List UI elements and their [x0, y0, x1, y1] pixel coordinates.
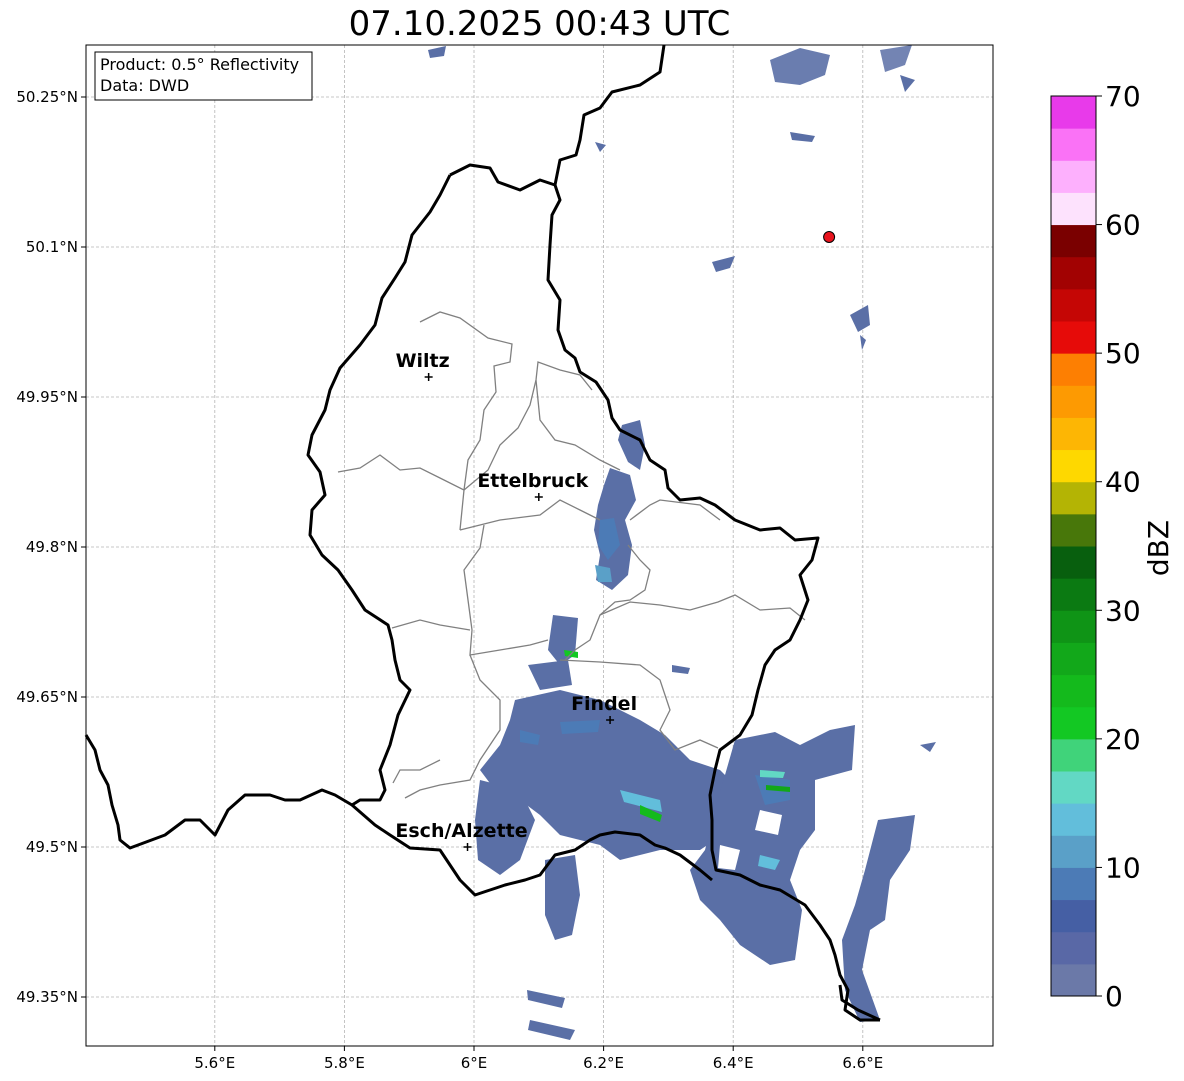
colorbar-segment: [1051, 160, 1096, 193]
lon-tick-label: 6.4°E: [713, 1054, 754, 1072]
colorbar-tick-label: 0: [1105, 980, 1123, 1013]
map-panel: [86, 45, 993, 1046]
lon-tick-label: 6.2°E: [583, 1054, 624, 1072]
colorbar-tick-label: 70: [1105, 80, 1141, 113]
lat-tick-label: 49.95°N: [16, 388, 78, 406]
colorbar-segment: [1051, 449, 1096, 483]
lat-tick-label: 49.5°N: [26, 838, 78, 856]
colorbar-segment: [1051, 353, 1096, 386]
lat-tick-label: 50.1°N: [26, 238, 78, 256]
info-product: Product: 0.5° Reflectivity: [100, 55, 299, 74]
colorbar-tick-label: 20: [1105, 723, 1141, 756]
lon-tick-label: 6°E: [461, 1054, 488, 1072]
colorbar-segment: [1051, 128, 1096, 161]
colorbar-segment: [1051, 321, 1096, 354]
radar-figure: Product: 0.5° Reflectivity Data: DWD Wil…: [16, 44, 1175, 1072]
colorbar-segment: [1051, 642, 1096, 676]
colorbar-segment: [1051, 481, 1096, 515]
lon-tick-label: 5.6°E: [194, 1054, 235, 1072]
colorbar-segment: [1051, 803, 1096, 836]
colorbar-segment: [1051, 674, 1096, 708]
city-label: Esch/Alzette: [395, 820, 527, 842]
colorbar-segment: [1051, 417, 1096, 451]
colorbar-segment: [1051, 738, 1096, 772]
colorbar-segment: [1051, 610, 1096, 643]
colorbar-segment: [1051, 192, 1096, 226]
colorbar-segment: [1051, 899, 1096, 933]
lat-tick-label: 50.25°N: [16, 88, 78, 106]
city-label: Ettelbruck: [477, 470, 588, 492]
colorbar-label: dBZ: [1142, 520, 1175, 576]
info-data-source: Data: DWD: [100, 76, 189, 95]
colorbar-tick-label: 30: [1105, 594, 1141, 627]
radar-location-dot: [823, 231, 836, 243]
colorbar-segment: [1051, 931, 1096, 965]
lat-tick-label: 49.65°N: [16, 688, 78, 706]
lon-tick-label: 6.6°E: [842, 1054, 883, 1072]
colorbar-segment: [1051, 385, 1096, 418]
colorbar-segment: [1051, 963, 1096, 997]
colorbar-segment: [1051, 224, 1096, 258]
colorbar-segment: [1051, 256, 1096, 290]
city-label: Wiltz: [396, 350, 450, 372]
city-label: Findel: [571, 693, 637, 715]
colorbar-segment: [1051, 546, 1096, 579]
colorbar-segment: [1051, 288, 1096, 322]
colorbar-tick-label: 10: [1105, 851, 1141, 884]
colorbar-tick-label: 40: [1105, 466, 1141, 499]
colorbar: 0 10 20 30 40 50 60 70 dBZ: [1050, 80, 1175, 1013]
colorbar-segment: [1051, 96, 1096, 129]
colorbar-tick-label: 60: [1105, 209, 1141, 242]
lat-tick-label: 49.8°N: [26, 538, 78, 556]
colorbar-tick-label: 50: [1105, 337, 1141, 370]
colorbar-segment: [1051, 771, 1096, 804]
lat-tick-label: 49.35°N: [16, 988, 78, 1006]
colorbar-segment: [1051, 578, 1096, 611]
colorbar-segment: [1051, 867, 1096, 901]
info-box: Product: 0.5° Reflectivity Data: DWD: [94, 51, 313, 101]
lon-tick-label: 5.8°E: [324, 1054, 365, 1072]
colorbar-segment: [1051, 513, 1096, 547]
radar-site-marker: [823, 231, 836, 243]
colorbar-segment: [1051, 835, 1096, 868]
colorbar-segment: [1051, 706, 1096, 740]
